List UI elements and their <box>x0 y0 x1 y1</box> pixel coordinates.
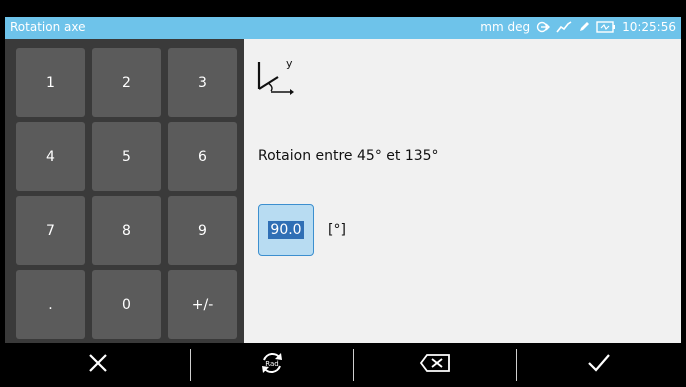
key-2[interactable]: 2 <box>92 48 161 117</box>
title-bar: Rotation axe mm deg 10:25:56 <box>5 17 681 39</box>
rotation-axis-icon: y <box>256 57 296 101</box>
backspace-button[interactable] <box>354 343 516 387</box>
confirm-button[interactable] <box>517 343 681 387</box>
angle-value: 90.0 <box>268 221 304 239</box>
status-area: mm deg 10:25:56 <box>480 20 676 34</box>
units-label: mm deg <box>480 20 531 34</box>
confirm-check-icon <box>587 352 611 378</box>
clock: 10:25:56 <box>622 20 676 34</box>
angle-input[interactable]: 90.0 <box>258 204 314 256</box>
rad-toggle-button[interactable]: Rad <box>191 343 353 387</box>
key-9[interactable]: 9 <box>168 196 237 265</box>
numeric-keypad: 1 2 3 4 5 6 7 8 9 . 0 +/- <box>5 39 244 343</box>
key-7[interactable]: 7 <box>16 196 85 265</box>
key-1[interactable]: 1 <box>16 48 85 117</box>
unit-label: [°] <box>328 222 346 238</box>
backspace-icon <box>419 353 451 377</box>
login-arrow-icon <box>536 21 551 33</box>
key-5[interactable]: 5 <box>92 122 161 191</box>
key-6[interactable]: 6 <box>168 122 237 191</box>
bottom-action-bar: Rad <box>5 343 681 387</box>
window-title: Rotation axe <box>10 20 86 34</box>
key-3[interactable]: 3 <box>168 48 237 117</box>
rad-refresh-icon: Rad <box>258 349 286 381</box>
key-4[interactable]: 4 <box>16 122 85 191</box>
cancel-icon <box>87 352 109 378</box>
key-decimal[interactable]: . <box>16 270 85 339</box>
chart-line-icon <box>556 21 572 33</box>
edit-pen-icon <box>578 21 590 33</box>
app-frame: Rotation axe mm deg 10:25:56 1 2 3 4 5 6… <box>0 0 686 387</box>
rad-label: Rad <box>265 360 278 368</box>
axis-label: y <box>286 57 293 70</box>
key-0[interactable]: 0 <box>92 270 161 339</box>
battery-icon <box>596 21 616 33</box>
range-instruction: Rotaion entre 45° et 135° <box>258 148 439 164</box>
cancel-button[interactable] <box>5 343 190 387</box>
content-panel: y Rotaion entre 45° et 135° 90.0 [°] <box>244 39 681 343</box>
key-plus-minus[interactable]: +/- <box>168 270 237 339</box>
key-8[interactable]: 8 <box>92 196 161 265</box>
